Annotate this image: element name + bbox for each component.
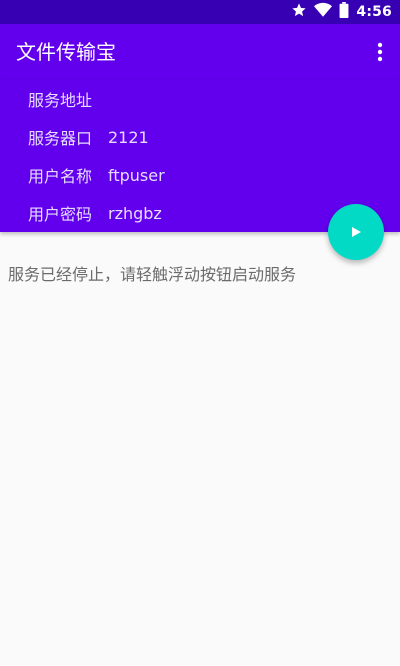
info-row-password: 用户密码 rzhgbz: [28, 201, 162, 225]
port-label: 服务器口: [28, 129, 93, 148]
overflow-menu-button[interactable]: [368, 36, 392, 68]
address-label: 服务地址: [28, 91, 93, 110]
more-vert-icon: [377, 42, 383, 62]
star-icon: [291, 2, 307, 22]
play-icon: [352, 227, 361, 237]
service-status-message: 服务已经停止，请轻触浮动按钮启动服务: [8, 265, 297, 284]
info-row-port: 服务器口 2121: [28, 125, 149, 149]
username-label: 用户名称: [28, 167, 93, 186]
info-row-username: 用户名称 ftpuser: [28, 163, 165, 187]
battery-icon: [339, 2, 349, 22]
start-service-fab[interactable]: [328, 204, 384, 260]
status-time: 4:56: [356, 4, 392, 20]
password-value: rzhgbz: [108, 203, 162, 223]
port-value: 2121: [108, 127, 149, 147]
status-icons: 4:56: [291, 0, 392, 24]
wifi-icon: [314, 2, 333, 22]
info-row-address: 服务地址: [28, 87, 108, 111]
app-bar: 文件传输宝: [0, 24, 400, 80]
app-title: 文件传输宝: [16, 40, 116, 64]
status-bar: 4:56: [0, 0, 400, 24]
username-value: ftpuser: [108, 165, 165, 185]
password-label: 用户密码: [28, 205, 93, 224]
